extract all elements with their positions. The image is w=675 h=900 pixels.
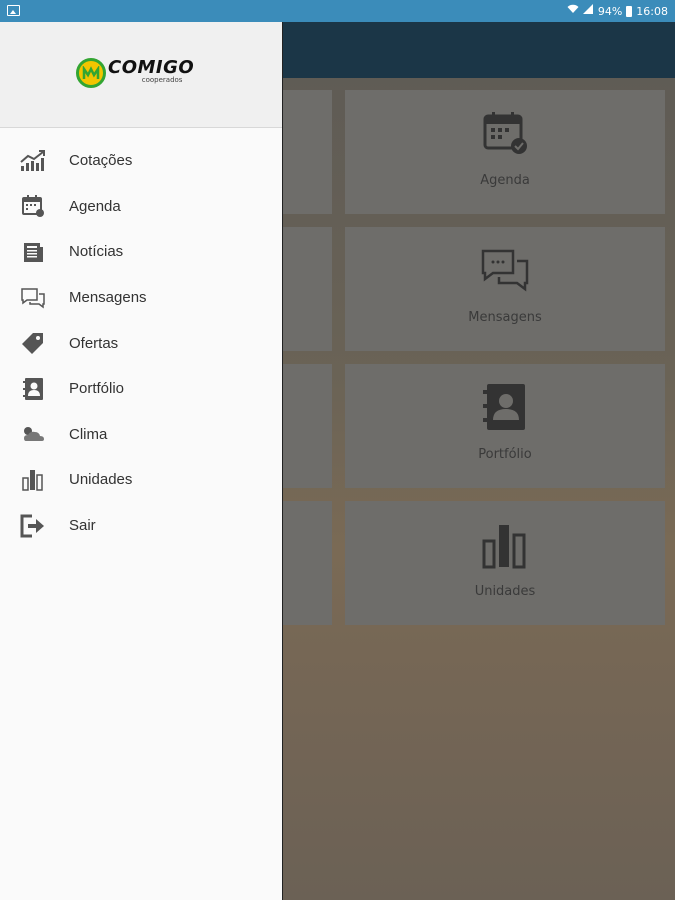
tile-partial[interactable] [283, 227, 332, 351]
bar-chart-icon [20, 467, 46, 493]
menu-label: Portfólio [69, 380, 125, 398]
bar-chart-icon [480, 521, 530, 573]
comigo-logo[interactable]: COMIGO cooperados [76, 58, 194, 88]
cloud-sun-icon [20, 421, 46, 447]
menu-label: Agenda [69, 197, 121, 215]
chat-bubbles-icon [479, 247, 531, 297]
tile-label: Portfólio [478, 447, 532, 462]
menu-item-cotacoes[interactable]: Cotações [0, 138, 282, 184]
tile-mensagens[interactable]: Mensagens [345, 227, 665, 351]
wifi-icon [567, 4, 579, 18]
menu-item-agenda[interactable]: Agenda [0, 184, 282, 230]
navigation-drawer: COMIGO cooperados Cotações Agenda Notíci… [0, 22, 283, 900]
menu-item-mensagens[interactable]: Mensagens [0, 275, 282, 321]
tag-icon [20, 330, 46, 356]
tile-agenda[interactable]: Agenda [345, 90, 665, 214]
clock: 16:08 [636, 4, 668, 18]
app-bar [283, 22, 675, 78]
drawer-header: COMIGO cooperados [0, 22, 282, 128]
drawer-menu: Cotações Agenda Notícias Mensagens Ofert… [0, 138, 282, 548]
tile-portfolio[interactable]: Portfólio [345, 364, 665, 488]
tile-label: Agenda [480, 173, 530, 188]
tile-label: Mensagens [468, 310, 542, 325]
tile-partial[interactable] [283, 501, 332, 625]
menu-label: Clima [69, 425, 108, 443]
logo-name: COMIGO [108, 57, 195, 78]
menu-label: Unidades [69, 471, 133, 489]
menu-item-clima[interactable]: Clima [0, 412, 282, 458]
battery-icon [626, 5, 633, 17]
signal-icon [582, 4, 594, 18]
menu-item-noticias[interactable]: Notícias [0, 229, 282, 275]
newspaper-icon [20, 239, 46, 265]
image-notification-icon [7, 5, 20, 16]
status-bar: 94% 16:08 [0, 0, 675, 22]
menu-label: Mensagens [69, 289, 147, 307]
calendar-icon [20, 193, 46, 219]
tile-partial[interactable] [283, 90, 332, 214]
contact-book-icon [20, 376, 46, 402]
status-right: 94% 16:08 [567, 4, 668, 18]
calendar-icon [482, 110, 528, 160]
tile-partial[interactable] [283, 364, 332, 488]
logout-icon [20, 513, 46, 539]
logo-emblem-icon [76, 58, 106, 88]
menu-item-sair[interactable]: Sair [0, 503, 282, 549]
contact-book-icon [481, 382, 529, 436]
menu-label: Cotações [69, 152, 133, 170]
menu-label: Sair [69, 517, 96, 535]
menu-item-portfolio[interactable]: Portfólio [0, 366, 282, 412]
menu-item-unidades[interactable]: Unidades [0, 457, 282, 503]
tile-label: Unidades [474, 584, 536, 599]
tile-unidades[interactable]: Unidades [345, 501, 665, 625]
battery-percent: 94% [597, 4, 623, 18]
chart-line-icon [20, 148, 46, 174]
menu-label: Notícias [69, 243, 124, 261]
menu-item-ofertas[interactable]: Ofertas [0, 320, 282, 366]
menu-label: Ofertas [69, 334, 119, 352]
chat-bubbles-icon [20, 285, 46, 311]
